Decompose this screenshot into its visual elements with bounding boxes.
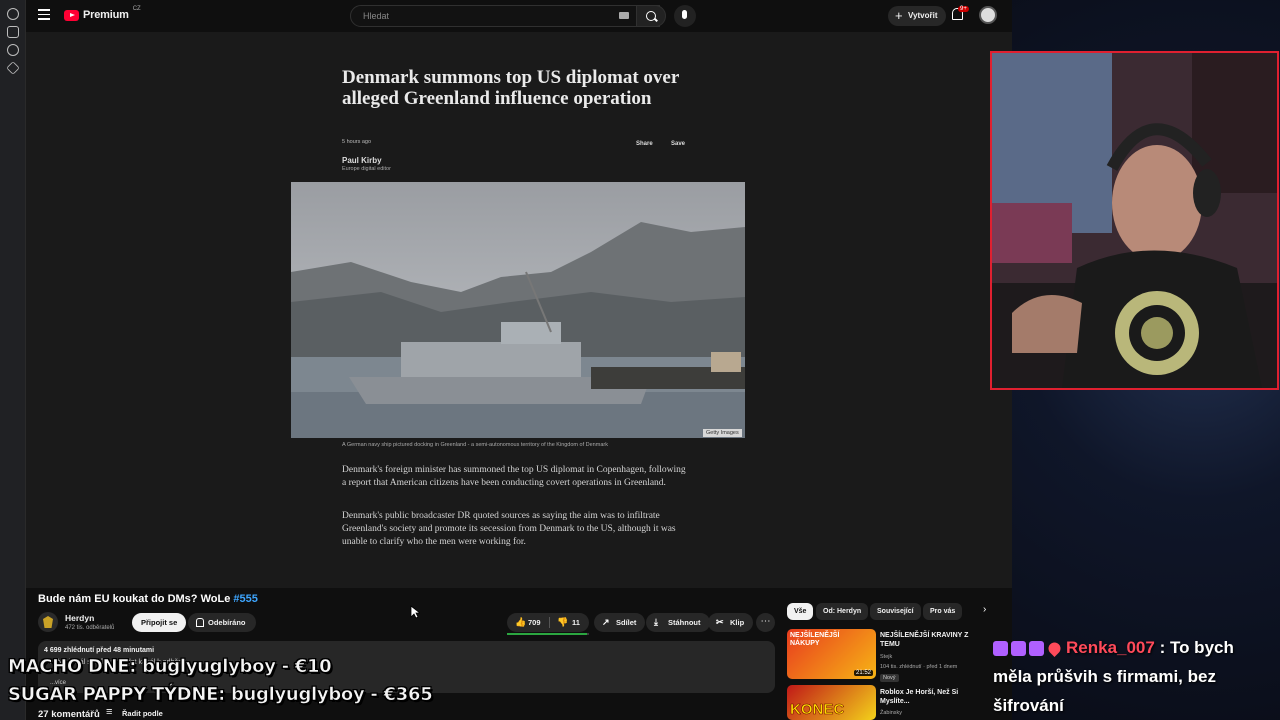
video-player-article[interactable]: Denmark summons top US diplomat over all… — [26, 32, 1012, 588]
download-button[interactable]: ⤓ Stáhnout — [646, 613, 710, 632]
join-button[interactable]: Připojit se — [132, 613, 187, 632]
thumbs-down-icon[interactable]: 👎 — [557, 617, 568, 628]
webcam-feed — [990, 51, 1279, 390]
article-time: 5 hours ago — [342, 139, 372, 145]
video-title-text: Bude nám EU koukat do DMs? WoLe — [38, 593, 234, 605]
voice-search-button[interactable] — [674, 5, 696, 27]
youtube-play-icon — [64, 9, 79, 21]
twitch-icon — [993, 641, 1008, 657]
notification-badge: 9+ — [958, 6, 969, 12]
article-author-role: Europe digital editor — [342, 166, 391, 172]
description-meta: 4 699 zhlédnutí před 48 minutami — [44, 647, 155, 654]
chip-for-you[interactable]: Pro vás — [923, 603, 963, 620]
more-actions-icon[interactable]: ⋯ — [756, 613, 775, 632]
chat-badges — [993, 640, 1063, 658]
article-author: Paul Kirby — [342, 156, 382, 165]
channel-name[interactable]: Herdyn — [65, 613, 94, 623]
like-count[interactable]: 709 — [528, 618, 541, 627]
screen: { "header": { "logo_text": "Premium", "l… — [0, 0, 1280, 720]
share-link: Share — [636, 141, 653, 147]
comments-count: 27 komentářů — [38, 709, 100, 720]
rec-thumbnail[interactable]: NEJŠÍLENĚJŠÍ NÁKUPY 21:52 — [787, 629, 876, 679]
rec-duration: 21:52 — [853, 670, 873, 676]
create-button[interactable]: Vytvořit — [888, 6, 946, 26]
history-icon[interactable] — [7, 44, 19, 56]
search-input[interactable]: Hledat — [350, 5, 660, 27]
chip-related[interactable]: Související — [870, 603, 921, 620]
rec-title[interactable]: NEJŠÍLENĚJŠÍ KRAVINY Z TEMU — [880, 631, 980, 649]
image-caption: A German navy ship pictured docking in G… — [342, 442, 608, 448]
like-ratio-fill — [507, 633, 588, 635]
chip-all[interactable]: Vše — [787, 603, 814, 620]
chevron-right-icon[interactable]: › — [983, 604, 986, 615]
thumbs-up-icon[interactable]: 👍 — [515, 617, 526, 628]
tabs-icon[interactable] — [7, 26, 19, 38]
account-avatar[interactable] — [979, 6, 997, 24]
article-paragraph: Denmark's public broadcaster DR quoted s… — [342, 511, 676, 547]
stream-chat-message: Renka_007 : To bych měla průšvih s firma… — [993, 633, 1273, 720]
share-icon: ↗ — [602, 617, 610, 627]
heart-icon — [1046, 640, 1063, 658]
keyboard-icon[interactable] — [619, 12, 629, 19]
share-label: Sdílet — [616, 618, 637, 627]
share-button[interactable]: ↗ Sdílet — [594, 613, 646, 632]
browser-side-rail — [0, 0, 26, 720]
rec-thumbnail-text: KONEC — [790, 701, 845, 719]
overlay-sugar-pappy: SUGAR PAPPY TÝDNE: buglyuglyboy - €365 — [8, 684, 433, 706]
browser-icon[interactable] — [7, 8, 19, 20]
image-credit: Getty Images — [703, 429, 742, 437]
video-title-hashtag[interactable]: #555 — [233, 593, 257, 605]
clip-button[interactable]: ✂ Klip — [708, 613, 754, 632]
rec-thumbnail[interactable]: KONEC — [787, 685, 876, 720]
youtube-logo[interactable]: Premium CZ — [64, 6, 141, 21]
subscribed-button[interactable]: Odebíráno — [188, 613, 256, 632]
download-icon: ⤓ — [654, 617, 658, 627]
channel-subscribers: 472 tis. odběratelů — [65, 625, 115, 631]
chat-username: Renka_007 — [1066, 638, 1155, 657]
sort-comments-button[interactable]: Řadit podle — [106, 706, 163, 718]
rec-thumbnail-text: NEJŠÍLENĚJŠÍ NÁKUPY — [790, 632, 840, 647]
menu-icon[interactable] — [38, 9, 50, 21]
like-separator — [549, 617, 550, 628]
favorites-icon[interactable] — [6, 61, 20, 75]
like-ratio-bar — [507, 633, 589, 635]
chip-from-channel[interactable]: Od: Herdyn — [816, 603, 869, 620]
video-title: Bude nám EU koukat do DMs? WoLe #555 — [38, 593, 258, 605]
youtube-header: Premium CZ Hledat Vytvořit 9+ — [26, 0, 1012, 32]
download-label: Stáhnout — [668, 618, 701, 627]
dislike-count[interactable]: 11 — [572, 618, 580, 627]
logo-text: Premium — [83, 9, 129, 21]
rec-channel[interactable]: Žabinsky — [880, 710, 902, 716]
logo-country: CZ — [132, 6, 141, 12]
rec-channel[interactable]: Stejk — [880, 654, 892, 660]
new-badge: Nový — [880, 674, 899, 682]
search-button[interactable] — [636, 5, 666, 27]
article-headline: Denmark summons top US diplomat over all… — [342, 67, 679, 109]
rec-title[interactable]: Roblox Je Horší, Než Si Myslíte... — [880, 688, 980, 706]
channel-avatar[interactable] — [38, 612, 58, 632]
heart-badge-icon — [1011, 641, 1026, 657]
scissors-icon: ✂ — [716, 617, 724, 627]
clip-label: Klip — [730, 618, 745, 627]
article-paragraph: Denmark's foreign minister has summoned … — [342, 465, 686, 488]
article-photo — [291, 182, 745, 438]
sub-badge-icon — [1029, 641, 1044, 657]
save-link: Save — [671, 141, 686, 147]
rec-meta: 104 tis. zhlédnutí · před 1 dnem — [880, 664, 958, 670]
mouse-cursor-icon — [410, 605, 420, 619]
overlay-macho-dne: MACHO DNE: buglyuglyboy - €10 — [8, 656, 332, 678]
